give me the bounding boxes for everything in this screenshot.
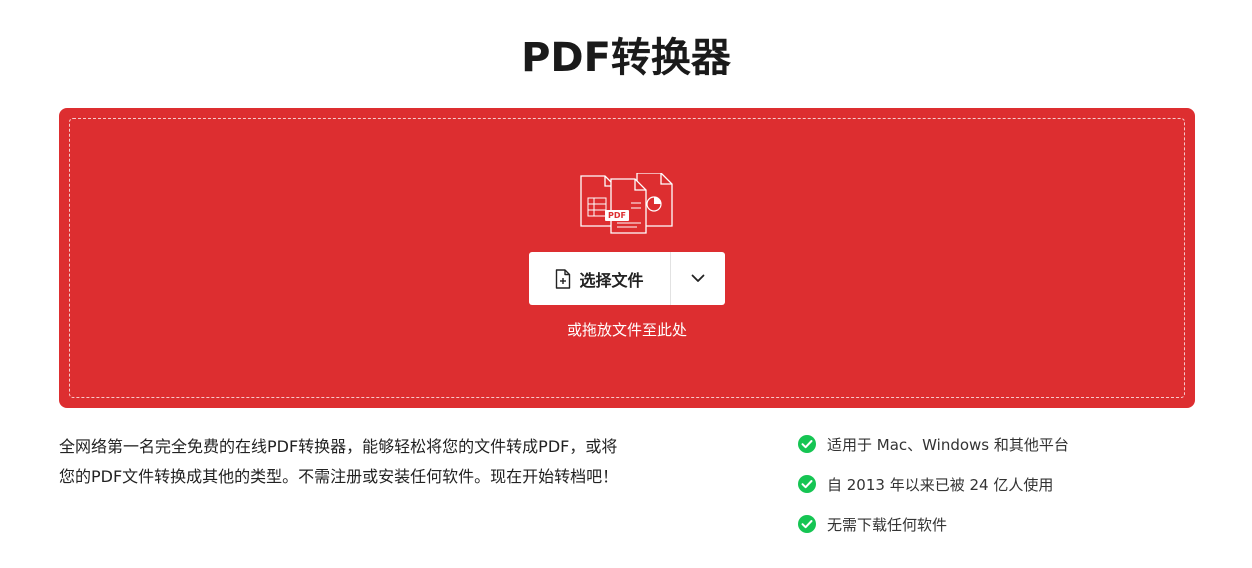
description-line-2: 您的PDF文件转换成其他的类型。不需注册或安装任何软件。现在开始转档吧！ [59, 467, 619, 486]
files-illustration-icon: PDF [579, 172, 677, 235]
file-add-icon [555, 268, 571, 289]
chevron-down-icon [691, 274, 705, 283]
description-line-1: 全网络第一名完全免费的在线PDF转换器，能够轻松将您的文件转成PDF，或将 [59, 437, 618, 456]
file-dropzone[interactable]: PDF 选择文件 或拖放文件至此处 [59, 108, 1195, 408]
select-file-button[interactable]: 选择文件 [529, 252, 671, 305]
feature-text: 适用于 Mac、Windows 和其他平台 [827, 435, 1069, 454]
feature-item: 无需下载任何软件 [797, 512, 1069, 536]
check-circle-icon [797, 474, 817, 494]
feature-list: 适用于 Mac、Windows 和其他平台 自 2013 年以来已被 24 亿人… [797, 432, 1069, 552]
feature-item: 适用于 Mac、Windows 和其他平台 [797, 432, 1069, 456]
feature-text: 自 2013 年以来已被 24 亿人使用 [827, 475, 1054, 494]
select-file-group: 选择文件 [529, 252, 725, 305]
check-circle-icon [797, 514, 817, 534]
feature-text: 无需下载任何软件 [827, 515, 948, 534]
feature-item: 自 2013 年以来已被 24 亿人使用 [797, 472, 1069, 496]
illustration-pdf-badge: PDF [608, 211, 626, 220]
product-description: 全网络第一名完全免费的在线PDF转换器，能够轻松将您的文件转成PDF，或将 您的… [59, 432, 699, 492]
more-upload-options-button[interactable] [671, 252, 725, 305]
select-file-label: 选择文件 [579, 270, 644, 290]
check-circle-icon [797, 434, 817, 454]
page-title: PDF转换器 [521, 35, 731, 81]
drop-hint-text: 或拖放文件至此处 [566, 321, 687, 339]
